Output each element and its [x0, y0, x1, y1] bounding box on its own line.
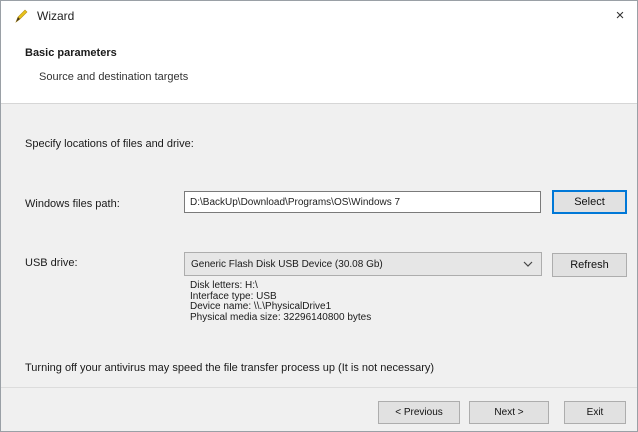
previous-button[interactable]: < Previous: [378, 401, 460, 424]
wizard-header: Basic parameters Source and destination …: [1, 31, 637, 104]
pencil-icon: [13, 8, 29, 24]
usb-drive-label: USB drive:: [25, 257, 78, 269]
wizard-window: Wizard × Basic parameters Source and des…: [0, 0, 638, 432]
chevron-down-icon: [522, 258, 534, 270]
media-size-text: Physical media size: 32296140800 bytes: [190, 311, 372, 323]
exit-button[interactable]: Exit: [564, 401, 626, 424]
refresh-button[interactable]: Refresh: [552, 253, 627, 277]
usb-drive-dropdown[interactable]: Generic Flash Disk USB Device (30.08 Gb): [184, 252, 542, 276]
windows-path-label: Windows files path:: [25, 198, 120, 210]
next-button[interactable]: Next >: [469, 401, 549, 424]
close-icon[interactable]: ×: [609, 5, 631, 27]
drive-info: Disk letters: H:\ Interface type: USB De…: [190, 280, 372, 323]
select-button[interactable]: Select: [552, 190, 627, 214]
disk-letters-text: Disk letters: H:\: [190, 280, 258, 291]
window-title: Wizard: [37, 9, 75, 23]
antivirus-note: Turning off your antivirus may speed the…: [25, 362, 435, 374]
page-title: Basic parameters: [25, 47, 117, 59]
device-name-text: Device name: \\.\PhysicalDrive1: [190, 301, 332, 312]
footer-separator: [1, 387, 637, 388]
windows-path-input[interactable]: [184, 191, 541, 213]
usb-drive-selected: Generic Flash Disk USB Device (30.08 Gb): [191, 258, 383, 270]
instruction-text: Specify locations of files and drive:: [25, 138, 194, 150]
title-bar[interactable]: Wizard ×: [1, 1, 637, 31]
page-subtitle: Source and destination targets: [39, 71, 189, 83]
